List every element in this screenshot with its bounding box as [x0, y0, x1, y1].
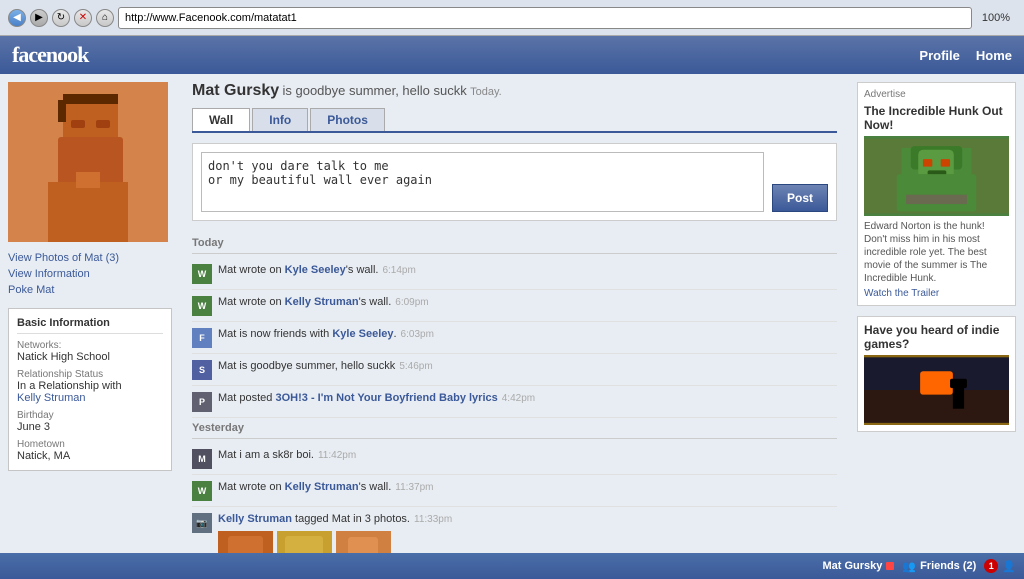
ad-description-1: Edward Norton is the hunk! Don't miss hi… [864, 220, 1009, 285]
feed-text-4: Mat is goodbye summer, hello suckk5:46pm [218, 359, 837, 374]
feed-text-1: Mat wrote on Kyle Seeley's wall.6:14pm [218, 263, 837, 278]
view-photos-link[interactable]: View Photos of Mat (3) [8, 250, 172, 266]
sidebar-links: View Photos of Mat (3) View Information … [8, 250, 172, 298]
reload-button[interactable]: ↻ [52, 9, 70, 27]
stop-button[interactable]: ✕ [74, 9, 92, 27]
friends-icon: 👥 [902, 560, 916, 573]
home-nav-link[interactable]: Home [976, 48, 1012, 63]
content-area: Mat Gursky is goodbye summer, hello suck… [180, 74, 849, 553]
post-link-1[interactable]: 3OH!3 - I'm Not Your Boyfriend Baby lyri… [275, 392, 497, 404]
post-icon-1: P [192, 392, 212, 412]
wall-post-box: don't you dare talk to me or my beautifu… [192, 143, 837, 221]
relationship-label: Relationship Status [17, 369, 163, 380]
profile-name: Mat Gursky [192, 82, 279, 99]
left-sidebar: View Photos of Mat (3) View Information … [0, 74, 180, 553]
feed-text-3: Mat is now friends with Kyle Seeley.6:03… [218, 327, 837, 342]
ad-image-2[interactable] [864, 355, 1009, 425]
feed-item-6: M Mat i am a sk8r boi.11:42pm [192, 443, 837, 475]
wall-icon-3: W [192, 481, 212, 501]
ad-label: Advertise [864, 89, 1009, 100]
main-container: View Photos of Mat (3) View Information … [0, 74, 1024, 553]
ad-image-1[interactable] [864, 136, 1009, 216]
info-box: Basic Information Networks: Natick High … [8, 308, 172, 471]
feed-text-5: Mat posted 3OH!3 - I'm Not Your Boyfrien… [218, 391, 837, 406]
profile-nav-link[interactable]: Profile [919, 48, 959, 63]
notification-badge: 1 [984, 559, 998, 573]
ad-title-1: The Incredible Hunk Out Now! [864, 104, 1009, 132]
kelly-struman-link-2[interactable]: Kelly Struman [285, 481, 359, 493]
birthday-label: Birthday [17, 410, 163, 421]
profile-status-time: Today. [470, 86, 502, 98]
wall-post-textarea[interactable]: don't you dare talk to me or my beautifu… [201, 152, 764, 212]
networks-label: Networks: [17, 340, 163, 351]
tab-wall[interactable]: Wall [192, 108, 250, 131]
feed-item-5: P Mat posted 3OH!3 - I'm Not Your Boyfri… [192, 386, 837, 418]
kelly-struman-link-3[interactable]: Kelly Struman [218, 513, 292, 525]
birthday-value: June 3 [17, 421, 163, 433]
status-user: Mat Gursky [822, 560, 894, 572]
networks-value: Natick High School [17, 351, 163, 363]
address-bar[interactable] [118, 7, 972, 29]
hometown-value: Natick, MA [17, 450, 163, 462]
tab-info[interactable]: Info [252, 108, 308, 131]
feed-item-3: F Mat is now friends with Kyle Seeley.6:… [192, 322, 837, 354]
feed-text-6: Mat i am a sk8r boi.11:42pm [218, 448, 837, 463]
status-icon-1: S [192, 360, 212, 380]
fb-header: facenook Profile Home [0, 36, 1024, 74]
hometown-label: Hometown [17, 439, 163, 450]
kyle-seeley-link-2[interactable]: Kyle Seeley [332, 328, 393, 340]
ad-link-1[interactable]: Watch the Trailer [864, 288, 939, 299]
feed-item-4: S Mat is goodbye summer, hello suckk5:46… [192, 354, 837, 386]
kyle-seeley-link-1[interactable]: Kyle Seeley [285, 264, 346, 276]
profile-header: Mat Gursky is goodbye summer, hello suck… [192, 82, 837, 100]
feed-text-7: Mat wrote on Kelly Struman's wall.11:37p… [218, 480, 837, 495]
forward-button[interactable]: ▶ [30, 9, 48, 27]
right-sidebar: Advertise The Incredible Hunk Out Now! [849, 74, 1024, 553]
home-button[interactable]: ⌂ [96, 9, 114, 27]
wall-icon-1: W [192, 264, 212, 284]
feed-text-8: Kelly Struman tagged Mat in 3 photos.11:… [218, 512, 837, 553]
photo-thumb-1[interactable] [218, 531, 273, 553]
feed-text-2: Mat wrote on Kelly Struman's wall.6:09pm [218, 295, 837, 310]
photo-thumb-2[interactable] [277, 531, 332, 553]
poke-link[interactable]: Poke Mat [8, 282, 172, 298]
status-friends-count[interactable]: 👥 Friends (2) [902, 560, 976, 573]
ad-title-2: Have you heard of indie games? [864, 323, 1009, 351]
photo-icon-1: 📷 [192, 513, 212, 533]
fb-logo: facenook [12, 42, 88, 68]
ad-section-2: Have you heard of indie games? [857, 316, 1016, 432]
profile-tabs: Wall Info Photos [192, 108, 837, 133]
status-bar: Mat Gursky 👥 Friends (2) 1 👤 [0, 553, 1024, 579]
feed-item-1: W Mat wrote on Kyle Seeley's wall.6:14pm [192, 258, 837, 290]
relationship-person-link[interactable]: Kelly Struman [17, 392, 85, 404]
zoom-indicator: 100% [976, 12, 1016, 24]
ad-section-1: Advertise The Incredible Hunk Out Now! [857, 82, 1016, 306]
wall-icon-2: W [192, 296, 212, 316]
friends-icon-1: F [192, 328, 212, 348]
notification-icon: 👤 [1002, 560, 1016, 573]
feed-today-label: Today [192, 233, 837, 254]
kelly-struman-link-1[interactable]: Kelly Struman [285, 296, 359, 308]
feed-item-8: 📷 Kelly Struman tagged Mat in 3 photos.1… [192, 507, 837, 553]
relationship-value: In a Relationship with Kelly Struman [17, 380, 163, 404]
feed-yesterday-label: Yesterday [192, 418, 837, 439]
sk8r-icon: M [192, 449, 212, 469]
feed-item-2: W Mat wrote on Kelly Struman's wall.6:09… [192, 290, 837, 322]
browser-chrome: ◀ ▶ ↻ ✕ ⌂ 100% [0, 0, 1024, 36]
profile-picture [8, 82, 168, 242]
back-button[interactable]: ◀ [8, 9, 26, 27]
photo-thumbs [218, 531, 837, 553]
fb-nav: Profile Home [919, 48, 1012, 63]
basic-info-title: Basic Information [17, 317, 163, 334]
view-information-link[interactable]: View Information [8, 266, 172, 282]
post-button[interactable]: Post [772, 184, 828, 212]
photo-thumb-3[interactable] [336, 531, 391, 553]
profile-status-text: is goodbye summer, hello suckk [282, 83, 466, 98]
tab-photos[interactable]: Photos [310, 108, 385, 131]
status-notification[interactable]: 1 👤 [984, 559, 1016, 573]
feed-item-7: W Mat wrote on Kelly Struman's wall.11:3… [192, 475, 837, 507]
status-dot [886, 562, 894, 570]
